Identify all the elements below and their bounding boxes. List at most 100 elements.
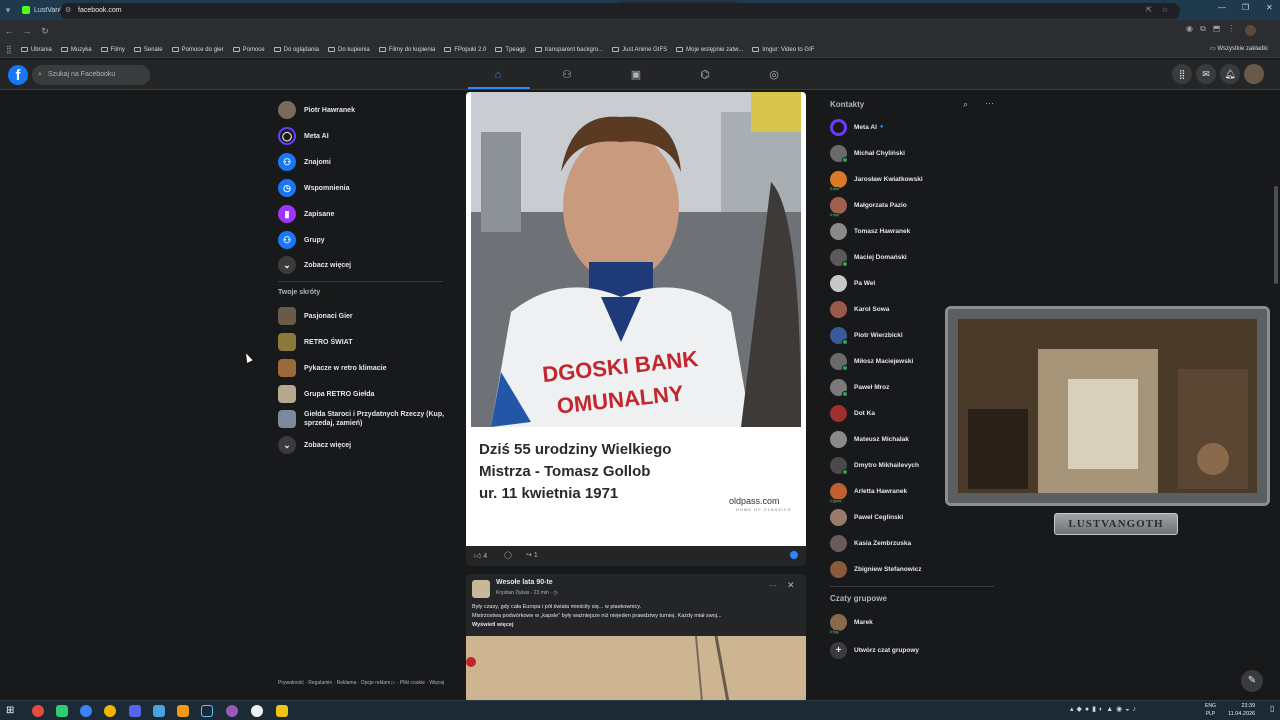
bookmark-star-icon[interactable]: ☆	[1162, 3, 1168, 19]
app-taskbar-icon[interactable]	[56, 705, 68, 717]
contact-item[interactable]: Pa Wel	[830, 274, 875, 292]
comment-icon[interactable]: ◯	[504, 551, 512, 559]
see-more-link[interactable]: Wyświetl więcej	[472, 621, 802, 630]
vlc-taskbar-icon[interactable]	[177, 705, 189, 717]
sidebar-item-grupy[interactable]: ⚇ Grupy	[278, 230, 325, 250]
marketplace-nav-icon[interactable]: ⌬	[696, 66, 714, 84]
contact-item[interactable]: Michał Chyliński	[830, 144, 905, 163]
contact-item[interactable]: Miłosz Maciejewski	[830, 352, 913, 371]
shortcut-item[interactable]: RETRO ŚWIAT	[278, 332, 448, 352]
app-taskbar-icon[interactable]	[80, 705, 92, 717]
windows-start-icon[interactable]: ⊞	[6, 705, 18, 717]
gaming-nav-icon[interactable]: ◎	[765, 66, 783, 84]
tab-search-icon[interactable]: ▾	[0, 5, 16, 16]
footer-links[interactable]: Prywatność · Regulamin · Reklama · Opcje…	[278, 679, 448, 687]
all-bookmarks-folder[interactable]: ▭ Wszystkie zakładki	[1210, 45, 1268, 52]
sidebar-item-piotr-hawranek[interactable]: Piotr Hawranek	[278, 100, 355, 120]
keyboard-language[interactable]: ENG PLP	[1205, 702, 1216, 718]
sidebar-item-zobacz-więcej[interactable]: ⌄ Zobacz więcej	[278, 255, 351, 275]
bookmark-item[interactable]: Filmy	[100, 47, 125, 53]
sidebar-item-wspomnienia[interactable]: ◷ Wspomnienia	[278, 178, 350, 198]
scrollbar-thumb[interactable]	[1274, 186, 1278, 284]
share-button[interactable]: ↪ 1	[526, 551, 538, 559]
contact-item[interactable]: 5 min Jarosław Kwiatkowski	[829, 170, 923, 191]
sidebar-item-znajomi[interactable]: ⚇ Znajomi	[278, 152, 331, 172]
close-post-icon[interactable]: ✕	[787, 580, 795, 591]
contact-item[interactable]: Meta AI ●	[830, 118, 884, 136]
bookmark-item[interactable]: Muzyka	[60, 47, 92, 53]
app-taskbar-icon[interactable]	[104, 705, 116, 717]
apps-icon[interactable]: ⣿	[6, 45, 12, 54]
bookmark-item[interactable]: Imgur: Video to GIF	[752, 47, 814, 53]
group-avatar[interactable]	[472, 580, 490, 598]
system-tray-icons[interactable]: ▴◆●▮◐▲◉◒♪	[1070, 705, 1139, 713]
contact-item[interactable]: Paweł Ceglinski	[830, 508, 903, 526]
post-image[interactable]: DGOSKI BANK OMUNALNY Dziś 55 urodziny Wi…	[466, 92, 806, 546]
maximize-icon[interactable]: ❐	[1242, 3, 1249, 12]
contact-item[interactable]: 1 godz. Arletta Hawranek	[829, 482, 907, 503]
reload-icon[interactable]: ↻	[36, 26, 54, 37]
notification-center-icon[interactable]: ▯	[1270, 704, 1274, 713]
contact-item[interactable]: Zbigniew Stefanowicz	[830, 560, 922, 578]
explorer-taskbar-icon[interactable]	[276, 705, 288, 717]
discord-taskbar-icon[interactable]	[129, 705, 141, 717]
contact-item[interactable]: Mateusz Michalak	[830, 430, 909, 448]
bookmark-item[interactable]: Seriale	[133, 47, 163, 53]
bookmark-item[interactable]: Do kupienia	[328, 47, 370, 53]
bookmark-item[interactable]: Do oglądania	[273, 47, 319, 53]
minimize-icon[interactable]: —	[1218, 3, 1226, 12]
close-window-icon[interactable]: ✕	[1266, 3, 1273, 12]
shortcut-item[interactable]: Pasjonaci Gier	[278, 306, 448, 326]
shortcut-item[interactable]: Grupa RETRO Giełda	[278, 384, 448, 404]
back-icon[interactable]: ←	[0, 26, 18, 36]
forward-icon[interactable]: →	[18, 26, 36, 36]
contact-item[interactable]: Tomasz Hawranek	[830, 222, 910, 240]
group-chat-item[interactable]: 2 tyg. Marek	[829, 613, 873, 634]
contact-item[interactable]: Kasia Zembrzuska	[830, 534, 911, 552]
install-icon[interactable]: ⇱	[1146, 3, 1152, 19]
shortcut-item[interactable]: ⌄ Zobacz więcej	[278, 435, 448, 455]
sidebar-item-meta-ai[interactable]: ◯ Meta AI	[278, 126, 329, 146]
search-contacts-icon[interactable]: ⌕	[963, 99, 968, 110]
steam-taskbar-icon[interactable]	[201, 705, 213, 717]
post-image[interactable]	[466, 635, 806, 702]
profile-avatar-icon[interactable]	[1245, 25, 1256, 36]
bookmark-item[interactable]: FPopuki 2.0	[444, 47, 486, 53]
new-message-icon[interactable]: ✎	[1241, 670, 1263, 692]
bookmark-item[interactable]: Ubrania	[20, 47, 52, 53]
bookmark-item[interactable]: transparent backgro...	[534, 47, 603, 53]
facebook-search-input[interactable]: ⌕ Szukaj na Facebooku	[32, 65, 150, 85]
friends-nav-icon[interactable]: ⚇	[558, 66, 576, 84]
bookmark-item[interactable]: Pomoce do gier	[171, 47, 224, 53]
contact-item[interactable]: Dmytro Mikhailevych	[830, 456, 919, 475]
like-button[interactable]: 👍︎ 4	[474, 551, 487, 560]
contact-item[interactable]: Maciej Domański	[830, 248, 907, 267]
shortcut-item[interactable]: Pykacze w retro klimacie	[278, 358, 448, 378]
account-avatar[interactable]	[1244, 64, 1264, 84]
bookmark-item[interactable]: Filmy do kupienia	[378, 47, 435, 53]
create-group-chat-button[interactable]: + Utwórz czat grupowy	[830, 641, 919, 659]
app-taskbar-icon[interactable]	[226, 705, 238, 717]
contact-item[interactable]: 4 min Małgorzata Pazio	[829, 196, 907, 217]
messenger-icon[interactable]: ✉	[1196, 64, 1216, 84]
contact-item[interactable]: Karol Sowa	[830, 300, 889, 318]
contact-item[interactable]: Dot Ka	[830, 404, 875, 422]
video-nav-icon[interactable]: ▣	[627, 66, 645, 84]
bookmark-item[interactable]: Moje wstępnie zatw...	[676, 47, 743, 53]
bookmark-item[interactable]: Pomoce	[232, 47, 265, 53]
contact-item[interactable]: Piotr Wierzbicki	[830, 326, 903, 345]
clock[interactable]: 23:39 11.04.2026	[1228, 702, 1255, 718]
group-name[interactable]: Wesołe lata 90-te	[496, 579, 553, 586]
contacts-options-icon[interactable]: ···	[985, 98, 994, 108]
more-options-icon[interactable]: ···	[769, 581, 777, 590]
menu-grid-icon[interactable]: ⣿	[1172, 64, 1192, 84]
app-taskbar-icon[interactable]	[251, 705, 263, 717]
app-taskbar-icon[interactable]	[153, 705, 165, 717]
sidebar-item-zapisane[interactable]: ▮ Zapisane	[278, 204, 334, 224]
bookmark-item[interactable]: Just Anime GIFS	[612, 47, 667, 53]
site-info-icon[interactable]: ⚙	[65, 3, 71, 19]
notifications-icon[interactable]: 🔔︎	[1220, 64, 1240, 84]
shortcut-item[interactable]: Giełda Staroci i Przydatnych Rzeczy (Kup…	[278, 409, 448, 429]
extension-icons[interactable]: ◉⧉⬒⋮	[1186, 24, 1242, 34]
chrome-taskbar-icon[interactable]	[32, 705, 44, 717]
